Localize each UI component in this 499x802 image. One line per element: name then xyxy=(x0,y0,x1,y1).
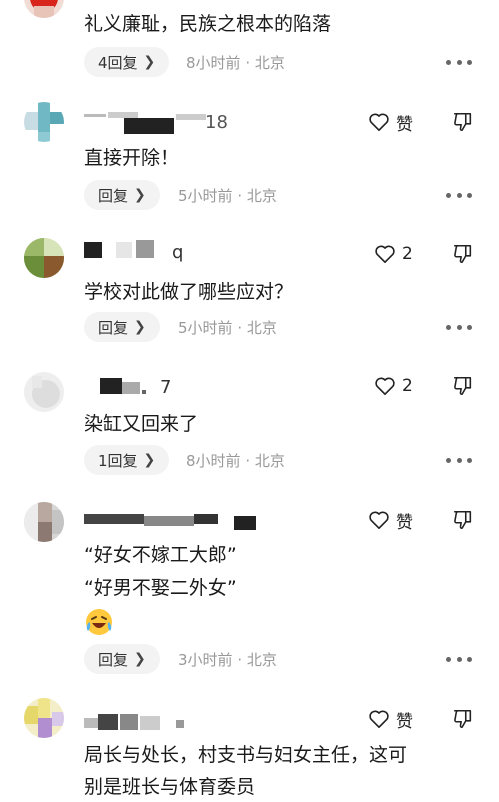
avatar[interactable] xyxy=(24,502,64,542)
comment-meta: 8小时前 · 北京 xyxy=(186,52,285,73)
reply-label: 回复 xyxy=(98,186,129,205)
like-label: 赞 xyxy=(396,114,413,135)
like-button[interactable]: 2 xyxy=(374,241,413,267)
username-fragment: 18 xyxy=(205,112,228,133)
more-dots-icon[interactable] xyxy=(446,323,472,331)
thumbs-down-outline-icon xyxy=(453,376,472,396)
thumbs-down-outline-icon xyxy=(453,244,472,264)
thumbs-down-outline-icon xyxy=(453,510,472,530)
timestamp: 8小时前 xyxy=(186,452,241,470)
thumbs-down-outline-icon xyxy=(453,112,472,132)
comment-meta: 5小时前 · 北京 xyxy=(178,185,277,206)
reply-button[interactable]: 4回复 ❯ xyxy=(84,47,170,77)
heart-outline-icon xyxy=(369,113,389,131)
location: 北京 xyxy=(254,452,285,470)
thumbs-down-outline-icon xyxy=(453,709,472,729)
like-button[interactable]: 赞 xyxy=(368,109,413,135)
laughing-crying-emoji xyxy=(84,607,114,637)
separator: · xyxy=(245,452,251,470)
avatar[interactable] xyxy=(24,698,64,738)
username[interactable] xyxy=(84,510,264,532)
reply-label: 4回复 xyxy=(98,53,138,72)
comment-text-line: 别是班长与体育委员 xyxy=(84,776,256,798)
comment-text: 礼义廉耻，民族之根本的陷落 xyxy=(84,13,332,35)
like-label: 赞 xyxy=(396,711,413,732)
more-dots-icon[interactable] xyxy=(446,655,472,663)
chevron-right-icon: ❯ xyxy=(134,319,146,335)
more-dots-icon[interactable] xyxy=(446,456,472,464)
like-label: 赞 xyxy=(396,512,413,533)
comment-text: 染缸又回来了 xyxy=(84,413,199,435)
dislike-button[interactable] xyxy=(452,373,476,399)
username-fragment: 7 xyxy=(160,377,172,398)
timestamp: 8小时前 xyxy=(186,54,241,72)
separator: · xyxy=(237,187,243,205)
like-count: 2 xyxy=(402,376,413,396)
dislike-button[interactable] xyxy=(452,706,476,732)
comment-meta: 3小时前 · 北京 xyxy=(178,649,277,670)
timestamp: 3小时前 xyxy=(178,651,233,669)
location: 北京 xyxy=(254,54,285,72)
chevron-right-icon: ❯ xyxy=(143,452,156,468)
heart-outline-icon xyxy=(375,377,395,395)
reply-button[interactable]: 回复 ❯ xyxy=(84,312,160,342)
location: 北京 xyxy=(246,319,277,337)
comment-text: 学校对此做了哪些应对？ xyxy=(84,281,294,303)
dislike-button[interactable] xyxy=(452,241,476,267)
username-fragment: q xyxy=(172,242,184,263)
like-button[interactable]: 赞 xyxy=(368,507,413,533)
separator: · xyxy=(245,54,251,72)
like-button[interactable]: 2 xyxy=(374,373,413,399)
reply-button[interactable]: 回复 ❯ xyxy=(84,180,160,210)
more-dots-icon[interactable] xyxy=(446,191,472,199)
comment-meta: 5小时前 · 北京 xyxy=(178,317,277,338)
dislike-button[interactable] xyxy=(452,507,476,533)
comment-text: 直接开除！ xyxy=(84,147,180,169)
separator: · xyxy=(237,651,243,669)
username[interactable] xyxy=(84,710,194,732)
reply-button[interactable]: 回复 ❯ xyxy=(84,644,160,674)
like-button[interactable]: 赞 xyxy=(368,706,413,732)
comment-text-line: “好男不娶二外女” xyxy=(84,577,237,599)
location: 北京 xyxy=(246,651,277,669)
avatar[interactable] xyxy=(24,238,64,278)
comment-text-line: 局长与处长，村支书与妇女主任，这可 xyxy=(84,744,408,766)
avatar[interactable] xyxy=(24,102,64,142)
avatar[interactable] xyxy=(24,372,64,412)
more-dots-icon[interactable] xyxy=(446,58,472,66)
username[interactable] xyxy=(84,238,174,260)
timestamp: 5小时前 xyxy=(178,187,233,205)
timestamp: 5小时前 xyxy=(178,319,233,337)
reply-button[interactable]: 1回复 ❯ xyxy=(84,445,170,475)
heart-outline-icon xyxy=(369,710,389,728)
separator: · xyxy=(237,319,243,337)
username[interactable] xyxy=(84,374,164,396)
avatar[interactable] xyxy=(24,0,64,18)
comment-text-line: “好女不嫁工大郎” xyxy=(84,544,237,566)
heart-outline-icon xyxy=(369,511,389,529)
reply-label: 回复 xyxy=(98,650,129,669)
chevron-right-icon: ❯ xyxy=(134,187,146,203)
chevron-right-icon: ❯ xyxy=(143,54,156,70)
reply-label: 回复 xyxy=(98,318,129,337)
dislike-button[interactable] xyxy=(452,109,476,135)
like-count: 2 xyxy=(402,244,413,264)
heart-outline-icon xyxy=(375,245,395,263)
comment-meta: 8小时前 · 北京 xyxy=(186,450,285,471)
chevron-right-icon: ❯ xyxy=(134,651,146,667)
reply-label: 1回复 xyxy=(98,451,138,470)
location: 北京 xyxy=(246,187,277,205)
